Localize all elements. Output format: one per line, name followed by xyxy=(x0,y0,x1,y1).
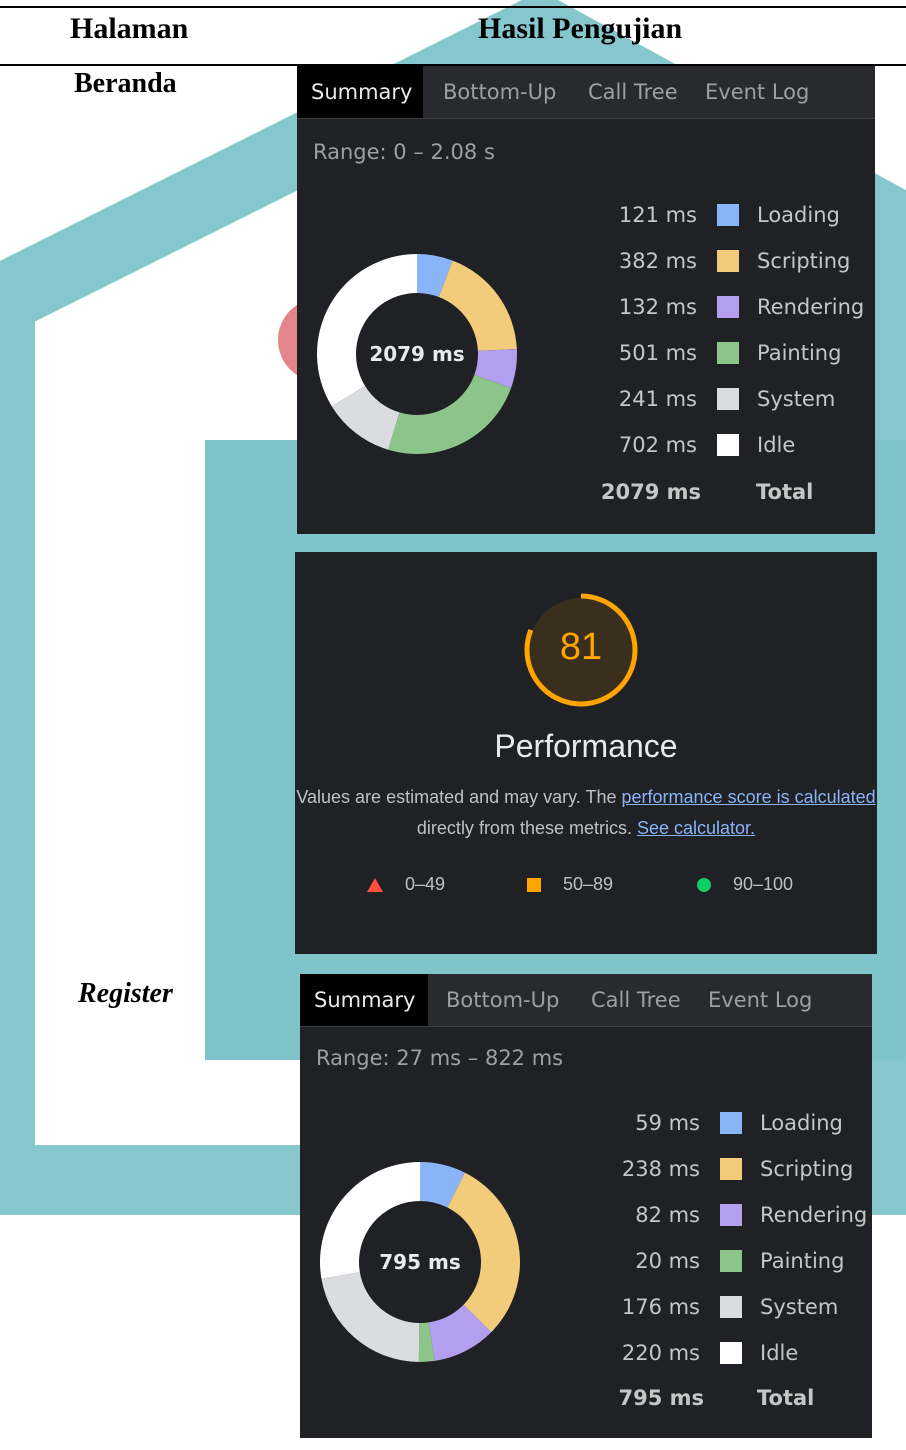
fail-triangle-icon xyxy=(367,878,383,892)
legend-value: 132 ms xyxy=(618,295,697,319)
legend-value: 176 ms xyxy=(621,1295,700,1319)
legend-label: System xyxy=(760,1295,839,1319)
legend-value: 20 ms xyxy=(635,1249,700,1273)
total-label: Total xyxy=(757,1386,815,1410)
legend-value: 82 ms xyxy=(635,1203,700,1227)
tab-event-log[interactable]: Event Log xyxy=(691,66,823,118)
legend-swatch-loading xyxy=(720,1112,742,1134)
legend-row-scripting: 238 ms Scripting xyxy=(600,1152,872,1186)
table-top-rule xyxy=(0,6,906,8)
average-square-icon xyxy=(527,878,541,892)
donut-slice-idle xyxy=(317,254,417,407)
legend-row-painting: 501 ms Painting xyxy=(597,336,875,370)
time-breakdown-legend: 59 ms Loading 238 ms Scripting 82 ms Renderin… xyxy=(600,1106,872,1396)
legend-swatch-loading xyxy=(717,204,739,226)
donut-center-total: 795 ms xyxy=(379,1250,461,1274)
total-label: Total xyxy=(756,480,814,504)
description-text-middle: directly from these metrics. xyxy=(416,818,637,838)
legend-swatch-idle xyxy=(717,434,739,456)
donut-slice-scripting xyxy=(438,260,517,351)
legend-swatch-scripting xyxy=(717,250,739,272)
legend-value: 382 ms xyxy=(618,249,697,273)
legend-row-system: 176 ms System xyxy=(600,1290,872,1324)
legend-value: 220 ms xyxy=(621,1341,700,1365)
range-label: Range: 0 – 2.08 s xyxy=(313,140,495,164)
legend-value: 238 ms xyxy=(621,1157,700,1181)
legend-row-loading: 59 ms Loading xyxy=(600,1106,872,1140)
legend-row-scripting: 382 ms Scripting xyxy=(597,244,875,278)
pass-circle-icon xyxy=(697,878,711,892)
legend-label: Scripting xyxy=(757,249,851,273)
legend-label: Loading xyxy=(760,1111,843,1135)
legend-row-idle: 220 ms Idle xyxy=(600,1336,872,1370)
row-label-register: Register xyxy=(78,978,173,1009)
legend-value: 702 ms xyxy=(618,433,697,457)
legend-row-idle: 702 ms Idle xyxy=(597,428,875,462)
legend-row-loading: 121 ms Loading xyxy=(597,198,875,232)
lighthouse-performance-card: 81 Performance Values are estimated and … xyxy=(295,552,877,954)
legend-swatch-system xyxy=(717,388,739,410)
legend-swatch-idle xyxy=(720,1342,742,1364)
tab-summary[interactable]: Summary xyxy=(300,974,428,1026)
see-calculator-link[interactable]: See calculator. xyxy=(637,818,755,838)
donut-slice-painting xyxy=(388,374,511,454)
tab-summary[interactable]: Summary xyxy=(297,66,423,118)
legend-value: 59 ms xyxy=(635,1111,700,1135)
donut-center-total: 2079 ms xyxy=(369,342,465,366)
legend-row-painting: 20 ms Painting xyxy=(600,1244,872,1278)
time-breakdown-legend: 121 ms Loading 382 ms Scripting 132 ms Render… xyxy=(597,198,875,488)
legend-label: Loading xyxy=(757,203,840,227)
legend-label: System xyxy=(757,387,836,411)
legend-value: 241 ms xyxy=(618,387,697,411)
legend-label: Scripting xyxy=(760,1157,854,1181)
summary-tabbar: Summary Bottom-Up Call Tree Event Log xyxy=(300,974,872,1027)
legend-label: Idle xyxy=(760,1341,799,1365)
performance-summary-panel-register: Summary Bottom-Up Call Tree Event Log Ra… xyxy=(300,974,872,1438)
legend-swatch-scripting xyxy=(720,1158,742,1180)
legend-range-average: 50–89 xyxy=(563,874,614,894)
legend-value: 501 ms xyxy=(618,341,697,365)
legend-label: Painting xyxy=(760,1249,845,1273)
donut-slice-system xyxy=(321,1272,420,1362)
legend-swatch-painting xyxy=(717,342,739,364)
legend-value: 121 ms xyxy=(618,203,697,227)
legend-range-fail: 0–49 xyxy=(405,874,446,894)
column-header-result: Hasil Pengujian xyxy=(478,12,683,45)
summary-tabbar: Summary Bottom-Up Call Tree Event Log xyxy=(297,66,875,119)
column-header-page: Halaman xyxy=(70,12,189,45)
legend-row-system: 241 ms System xyxy=(597,382,875,416)
legend-swatch-rendering xyxy=(720,1204,742,1226)
tab-event-log[interactable]: Event Log xyxy=(694,974,826,1026)
legend-label: Painting xyxy=(757,341,842,365)
legend-label: Idle xyxy=(757,433,796,457)
performance-description: Values are estimated and may vary. The p… xyxy=(295,782,877,844)
tab-call-tree[interactable]: Call Tree xyxy=(574,66,692,118)
total-value: 795 ms xyxy=(618,1386,704,1410)
performance-score-link[interactable]: performance score is calculated xyxy=(622,787,876,807)
legend-row-rendering: 82 ms Rendering xyxy=(600,1198,872,1232)
legend-row-rendering: 132 ms Rendering xyxy=(597,290,875,324)
legend-label: Rendering xyxy=(757,295,865,319)
description-text-start: Values are estimated and may vary. The xyxy=(296,787,622,807)
legend-swatch-painting xyxy=(720,1250,742,1272)
legend-swatch-rendering xyxy=(717,296,739,318)
tab-bottom-up[interactable]: Bottom-Up xyxy=(432,974,573,1026)
performance-score: 81 xyxy=(559,626,603,668)
legend-label: Rendering xyxy=(760,1203,868,1227)
performance-summary-panel-beranda: Summary Bottom-Up Call Tree Event Log Ra… xyxy=(297,66,875,534)
performance-title: Performance xyxy=(494,728,678,764)
legend-swatch-system xyxy=(720,1296,742,1318)
tab-bottom-up[interactable]: Bottom-Up xyxy=(429,66,570,118)
total-value: 2079 ms xyxy=(600,480,701,504)
row-label-beranda: Beranda xyxy=(74,68,177,99)
legend-range-pass: 90–100 xyxy=(733,874,794,894)
range-label: Range: 27 ms – 822 ms xyxy=(316,1046,564,1070)
tab-call-tree[interactable]: Call Tree xyxy=(577,974,695,1026)
